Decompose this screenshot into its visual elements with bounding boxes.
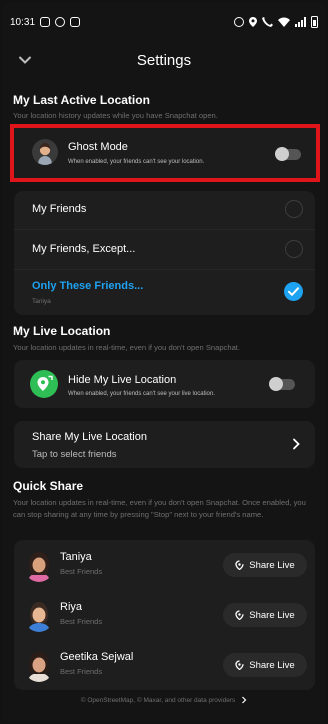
share-live-location-subtitle: Tap to select friends <box>32 449 117 460</box>
header: Settings <box>2 44 326 78</box>
chevron-right-icon <box>242 696 247 704</box>
instagram-icon <box>70 17 81 27</box>
share-live-button[interactable]: Share Live <box>223 553 307 577</box>
ghost-mode-row[interactable]: Ghost Mode When enabled, your friends ca… <box>10 124 320 182</box>
ghost-mode-toggle[interactable] <box>275 147 301 161</box>
friend-name: Geetika Sejwal <box>60 651 134 663</box>
whatsapp-icon <box>55 17 66 27</box>
friend-row-riya: Riya Best Friends Share Live <box>14 592 315 642</box>
live-location-icon <box>30 370 58 398</box>
hide-live-location-toggle[interactable] <box>269 377 295 391</box>
signal-icon <box>295 17 306 27</box>
option-only-these-friends[interactable]: Only These Friends... Taniya <box>14 270 315 315</box>
option-selected-friends: Taniya <box>32 298 51 305</box>
ghost-mode-title: Ghost Mode <box>68 141 128 153</box>
option-label: My Friends, Except... <box>32 243 136 255</box>
share-live-label: Share Live <box>249 559 295 571</box>
status-bar: 10:31 <box>2 2 326 42</box>
hide-live-location-row[interactable]: Hide My Live Location When enabled, your… <box>14 360 315 408</box>
option-label: Only These Friends... <box>32 280 144 292</box>
share-live-location-title: Share My Live Location <box>32 431 147 443</box>
friend-name: Riya <box>60 601 83 613</box>
wifi-icon <box>278 17 290 27</box>
section-subtitle-live-location: Your location updates in real-time, even… <box>13 343 241 352</box>
radio-button[interactable] <box>285 240 303 258</box>
option-my-friends[interactable]: My Friends <box>14 191 315 229</box>
share-live-location-row[interactable]: Share My Live Location Tap to select fri… <box>14 421 315 468</box>
live-location-icon <box>235 560 244 570</box>
live-location-icon <box>235 610 244 620</box>
hide-live-location-description: When enabled, your friends can't see you… <box>68 391 215 397</box>
check-icon[interactable] <box>284 282 303 301</box>
option-my-friends-except[interactable]: My Friends, Except... <box>14 230 315 268</box>
option-label: My Friends <box>32 203 87 215</box>
section-title-quick-share: Quick Share <box>13 479 84 493</box>
radio-button[interactable] <box>285 200 303 218</box>
ghost-mode-description: When enabled, your friends can't see you… <box>68 159 205 165</box>
section-subtitle-last-active: Your location history updates while you … <box>13 111 218 120</box>
bitmoji-avatar <box>24 650 54 682</box>
audience-options-card: My Friends My Friends, Except... Only Th… <box>14 191 315 315</box>
battery-icon <box>311 16 318 28</box>
chevron-right-icon[interactable] <box>291 438 301 450</box>
wifi-call-icon <box>262 17 273 27</box>
attribution-text: © OpenStreetMap, © Maxar, and other data… <box>80 696 236 704</box>
instagram-icon <box>40 17 51 27</box>
share-live-button[interactable]: Share Live <box>223 653 307 677</box>
location-icon <box>249 17 257 27</box>
page-title: Settings <box>136 52 192 69</box>
share-live-label: Share Live <box>249 609 295 621</box>
friend-relation: Best Friends <box>60 667 103 676</box>
friend-relation: Best Friends <box>60 567 103 576</box>
share-live-button[interactable]: Share Live <box>223 603 307 627</box>
bitmoji-avatar <box>24 550 54 582</box>
phone-screen: 10:31 Settings My Last Active Location Y… <box>2 2 326 722</box>
live-location-icon <box>235 660 244 670</box>
section-title-live-location: My Live Location <box>13 324 111 338</box>
avatar <box>32 139 58 165</box>
alarm-icon <box>234 17 244 27</box>
section-title-last-active: My Last Active Location <box>13 93 150 107</box>
friend-row-taniya: Taniya Best Friends Share Live <box>14 542 315 592</box>
hide-live-location-title: Hide My Live Location <box>68 374 177 386</box>
map-attribution[interactable]: © OpenStreetMap, © Maxar, and other data… <box>2 696 326 704</box>
friend-name: Taniya <box>60 551 92 563</box>
bitmoji-avatar <box>24 600 54 632</box>
section-subtitle-quick-share: Your location updates in real-time, even… <box>13 498 306 519</box>
friend-row-geetika: Geetika Sejwal Best Friends Share Live <box>14 642 315 692</box>
status-time: 10:31 <box>10 16 36 28</box>
share-live-label: Share Live <box>249 659 295 671</box>
friend-relation: Best Friends <box>60 617 103 626</box>
